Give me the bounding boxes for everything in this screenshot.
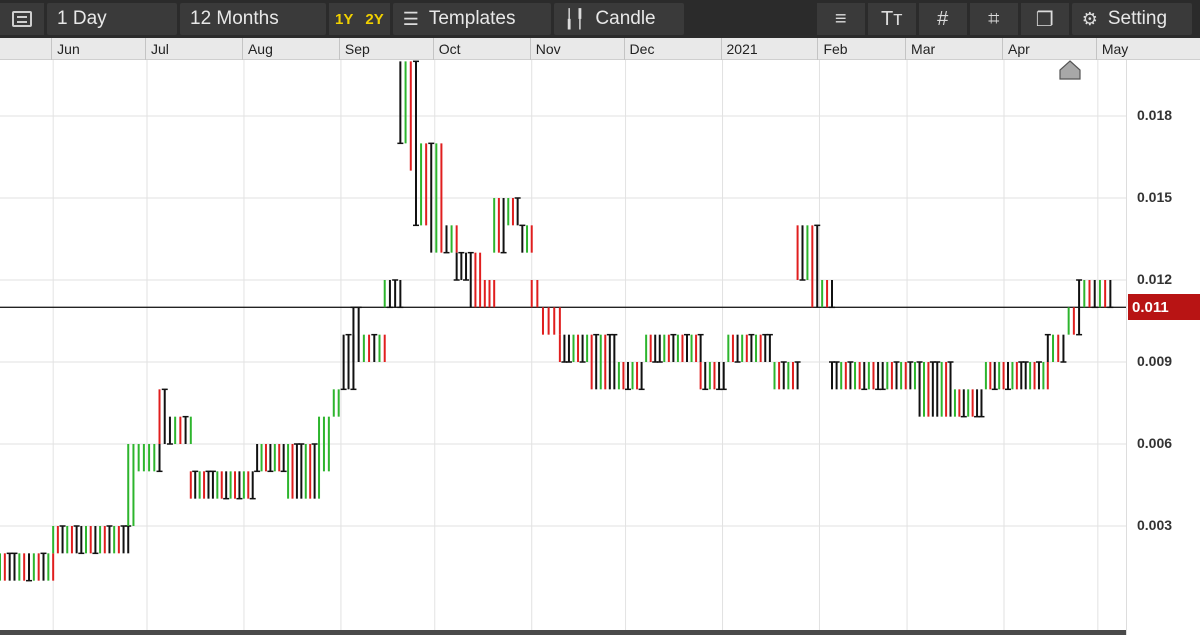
- month-label: Oct: [438, 41, 461, 57]
- month-label: May: [1101, 41, 1129, 57]
- range-1y-button[interactable]: 1Y: [329, 3, 359, 35]
- interval-label: 1 Day: [57, 8, 107, 29]
- last-price-value: 0.011: [1132, 298, 1169, 316]
- month-tick: [905, 38, 907, 60]
- month-tick: [51, 38, 53, 60]
- price-chart[interactable]: [0, 60, 1126, 630]
- price-tick-label: 0.003: [1137, 517, 1173, 533]
- month-label: Nov: [535, 41, 561, 57]
- month-label: Aug: [247, 41, 273, 57]
- templates-icon: ☰: [402, 8, 419, 29]
- menu-icon: [12, 11, 32, 27]
- price-tick-label: 0.009: [1137, 353, 1173, 369]
- quick-range-group: 1Y 2Y: [329, 3, 390, 35]
- layers-button[interactable]: ❐: [1020, 3, 1069, 35]
- templates-label: Templates: [428, 8, 516, 29]
- price-axis: 0.003 0.006 0.009 0.012 0.015 0.018: [1126, 60, 1200, 635]
- indicator-button[interactable]: ≡: [816, 3, 865, 35]
- period-marker-icon[interactable]: [1059, 60, 1081, 80]
- range-label: 12 Months: [190, 8, 279, 29]
- month-tick: [817, 38, 819, 60]
- month-tick: [1002, 38, 1004, 60]
- month-tick: [338, 38, 340, 60]
- drawing-icon: ⌗: [988, 7, 1000, 30]
- candle-icon: ╽╿: [563, 8, 586, 29]
- chart-type-button[interactable]: ╽╿ Candle: [553, 3, 684, 35]
- month-label: Apr: [1008, 41, 1030, 57]
- bottom-scroll-strip[interactable]: [0, 630, 1126, 635]
- last-price-badge: 0.011: [1128, 294, 1200, 321]
- indicator-icon: ≡: [834, 7, 847, 30]
- month-label: Jul: [151, 41, 169, 57]
- settings-button[interactable]: ⚙ Setting: [1071, 3, 1192, 35]
- range-2y-button[interactable]: 2Y: [359, 3, 389, 35]
- price-tick-label: 0.012: [1137, 271, 1173, 287]
- menu-button[interactable]: [0, 3, 44, 35]
- month-tick: [720, 38, 722, 60]
- month-label: Dec: [629, 41, 655, 57]
- month-label: 2021: [726, 41, 758, 57]
- text-button[interactable]: Tт: [867, 3, 916, 35]
- month-label: Sep: [344, 41, 370, 57]
- month-tick: [432, 38, 434, 60]
- month-tick: [529, 38, 531, 60]
- grid-button[interactable]: #: [918, 3, 967, 35]
- layers-icon: ❐: [1035, 8, 1054, 31]
- month-label: Jun: [57, 41, 80, 57]
- month-label: Feb: [823, 41, 848, 57]
- interval-selector[interactable]: 1 Day: [47, 3, 177, 35]
- month-tick: [1095, 38, 1097, 60]
- price-tick-label: 0.018: [1137, 107, 1173, 123]
- month-tick: [241, 38, 243, 60]
- settings-label: Setting: [1107, 8, 1168, 29]
- chart-toolbar: 1 Day 12 Months 1Y 2Y ☰ Templates ╽╿ Can…: [0, 0, 1200, 38]
- chart-type-label: Candle: [595, 8, 656, 29]
- month-tick: [145, 38, 146, 60]
- templates-button[interactable]: ☰ Templates: [392, 3, 551, 35]
- price-tick-label: 0.006: [1137, 435, 1173, 451]
- month-tick: [623, 38, 625, 60]
- timeline-strip: Jun Jul Aug Sep Oct Nov Dec 2021 Feb Mar Apr May: [0, 38, 1200, 60]
- grid-icon: #: [937, 7, 949, 30]
- range-selector[interactable]: 12 Months: [180, 3, 326, 35]
- gear-icon: ⚙: [1081, 8, 1098, 29]
- month-label: Mar: [911, 41, 936, 57]
- drawing-button[interactable]: ⌗: [969, 3, 1018, 35]
- price-tick-label: 0.015: [1137, 189, 1173, 205]
- text-icon: Tт: [881, 7, 903, 30]
